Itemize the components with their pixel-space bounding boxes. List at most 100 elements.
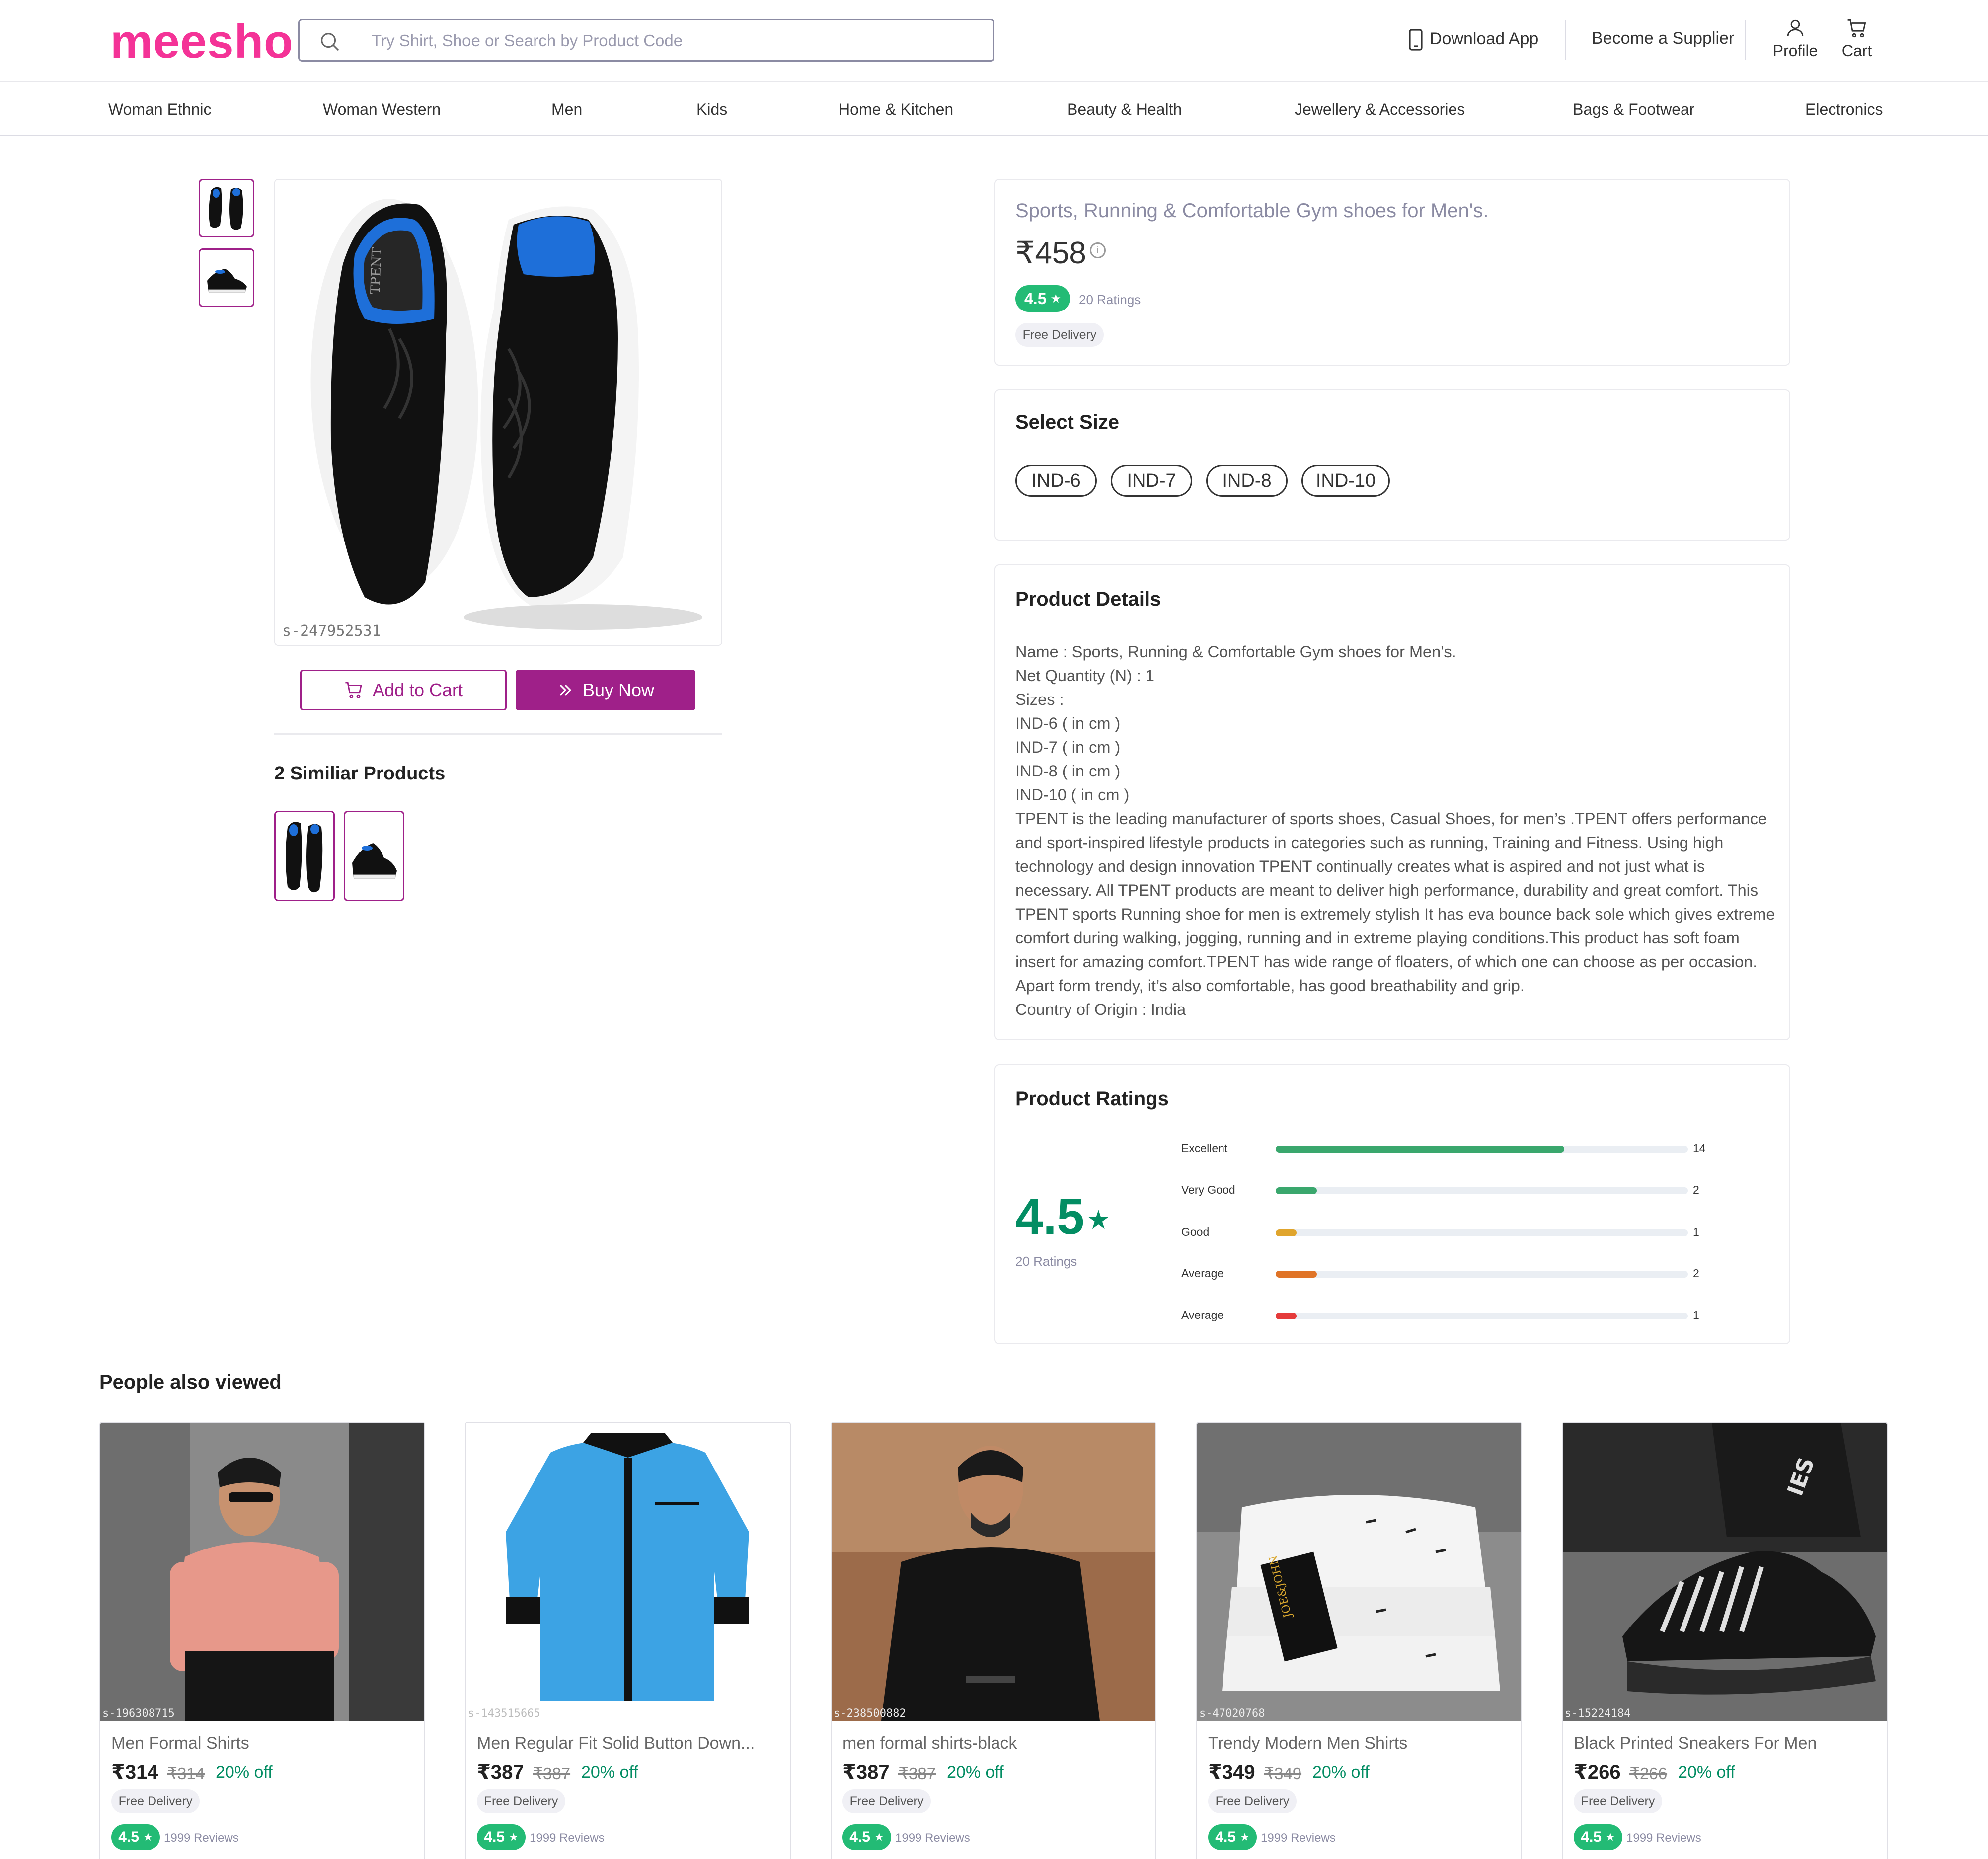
rating-value: 4.5: [1215, 1829, 1236, 1845]
search-bar[interactable]: [298, 19, 994, 62]
product-card[interactable]: s-196308715 Men Formal Shirts ₹314 ₹314 …: [99, 1422, 425, 1859]
rating-badge: 4.5 ★: [477, 1824, 526, 1850]
product-card-discount: 20% off: [581, 1763, 638, 1782]
product-details-body: Name : Sports, Running & Comfortable Gym…: [1015, 640, 1775, 1021]
category-jewellery-accessories[interactable]: Jewellery & Accessories: [1295, 100, 1465, 119]
free-delivery-badge: Free Delivery: [1208, 1789, 1297, 1813]
info-icon[interactable]: i: [1090, 242, 1106, 258]
rating-value: 4.5: [849, 1829, 870, 1845]
search-icon: [321, 33, 339, 51]
details-line-sizes: Sizes :: [1015, 691, 1064, 708]
product-thumbnail-2[interactable]: [199, 248, 254, 307]
rating-bar-track: [1276, 1146, 1688, 1153]
buy-now-button[interactable]: Buy Now: [516, 670, 695, 710]
rating-row-label: Average: [1181, 1267, 1224, 1280]
rating-value: 4.5: [118, 1829, 139, 1845]
profile-button[interactable]: Profile: [1771, 18, 1819, 60]
product-details-card: Product Details Name : Sports, Running &…: [994, 564, 1790, 1040]
add-to-cart-label: Add to Cart: [372, 680, 463, 700]
download-app-link[interactable]: Download App: [1409, 29, 1538, 51]
rating-badge: 4.5 ★: [111, 1824, 160, 1850]
product-thumbnail-1[interactable]: [199, 179, 254, 237]
category-beauty-health[interactable]: Beauty & Health: [1067, 100, 1182, 119]
rating-bar-fill: [1276, 1313, 1297, 1319]
product-card[interactable]: s-143515665 Men Regular Fit Solid Button…: [465, 1422, 791, 1859]
category-woman-western[interactable]: Woman Western: [323, 100, 441, 119]
rating-badge: 4.5 ★: [1015, 285, 1070, 312]
meesho-logo[interactable]: meesho: [110, 17, 294, 67]
rating-row-label: Very Good: [1181, 1183, 1235, 1196]
product-card[interactable]: s-238500882 men formal shirts-black ₹387…: [831, 1422, 1156, 1859]
free-delivery-badge: Free Delivery: [842, 1789, 931, 1813]
product-card[interactable]: IES s-15224184 Black Printed Sneakers Fo…: [1562, 1422, 1888, 1859]
download-app-label: Download App: [1430, 29, 1539, 48]
similar-product-2[interactable]: [344, 811, 404, 901]
free-delivery-badge: Free Delivery: [1574, 1789, 1662, 1813]
product-card-mrp: ₹387: [898, 1764, 936, 1782]
catalog-code: s-247952531: [282, 622, 381, 640]
product-card-reviews: 1999 Reviews: [895, 1831, 970, 1845]
search-input[interactable]: [372, 26, 978, 55]
product-card-price: ₹314: [111, 1761, 158, 1783]
star-icon: ★: [508, 1831, 519, 1843]
folded-white-shirts-image: JOE&JOHN: [1197, 1423, 1521, 1721]
star-icon: ★: [874, 1831, 884, 1843]
product-card-reviews: 1999 Reviews: [164, 1831, 239, 1845]
man-black-shirt-image: [832, 1423, 1155, 1721]
category-kids[interactable]: Kids: [696, 100, 727, 119]
product-card-price: ₹387: [842, 1761, 890, 1783]
size-option-ind-6[interactable]: IND-6: [1015, 465, 1097, 497]
cart-icon: [1847, 19, 1866, 38]
select-size-title: Select Size: [1015, 411, 1120, 433]
star-icon: ★: [1050, 292, 1061, 306]
product-card-image: JOE&JOHN s-47020768: [1197, 1423, 1521, 1721]
total-ratings-count: 20 Ratings: [1015, 1254, 1077, 1269]
product-summary-card: Sports, Running & Comfortable Gym shoes …: [994, 179, 1790, 366]
shoe-pair-image: [200, 180, 253, 236]
rating-row-label: Excellent: [1181, 1142, 1228, 1155]
category-men[interactable]: Men: [551, 100, 582, 119]
category-woman-ethnic[interactable]: Woman Ethnic: [108, 100, 212, 119]
product-main-image[interactable]: TPENT s-247952531: [274, 179, 722, 646]
product-card-mrp: ₹314: [167, 1764, 205, 1782]
size-option-ind-8[interactable]: IND-8: [1206, 465, 1288, 497]
star-icon: ★: [143, 1831, 153, 1843]
become-supplier-link[interactable]: Become a Supplier: [1592, 29, 1734, 48]
rating-bar-track: [1276, 1229, 1688, 1236]
product-card-image: IES s-15224184: [1563, 1423, 1887, 1721]
rating-value: 4.5: [484, 1829, 505, 1845]
size-option-ind-7[interactable]: IND-7: [1111, 465, 1192, 497]
buy-now-label: Buy Now: [582, 680, 655, 700]
average-rating: 4.5: [1015, 1189, 1085, 1244]
category-home-kitchen[interactable]: Home & Kitchen: [839, 100, 953, 119]
size-option-ind-10[interactable]: IND-10: [1301, 465, 1390, 497]
product-details-title: Product Details: [1015, 588, 1161, 610]
details-line-size-ind-7: IND-7 ( in cm ): [1015, 738, 1121, 756]
people-also-viewed-title: People also viewed: [99, 1371, 282, 1393]
product-card-image: s-143515665: [466, 1423, 790, 1721]
rating-value: 4.5: [1024, 289, 1047, 308]
rating-value: 4.5: [1581, 1829, 1602, 1845]
category-bags-footwear[interactable]: Bags & Footwear: [1573, 100, 1694, 119]
product-card-price: ₹349: [1208, 1761, 1255, 1783]
cart-label: Cart: [1841, 42, 1872, 60]
similar-product-1[interactable]: [274, 811, 335, 901]
rating-bar-track: [1276, 1271, 1688, 1278]
product-card-discount: 20% off: [1312, 1763, 1370, 1782]
product-card[interactable]: JOE&JOHN s-47020768 Trendy Modern Men Sh…: [1196, 1422, 1522, 1859]
product-card-name: Trendy Modern Men Shirts: [1208, 1734, 1408, 1753]
divider: [274, 733, 722, 735]
top-header: meesho Download App Become a Supplier Pr…: [0, 0, 1988, 82]
details-line-size-ind-8: IND-8 ( in cm ): [1015, 762, 1121, 780]
rating-bar-track: [1276, 1187, 1688, 1194]
cart-button[interactable]: Cart: [1837, 18, 1877, 60]
product-price: ₹458: [1015, 236, 1086, 270]
product-card-name: men formal shirts-black: [842, 1734, 1017, 1753]
add-to-cart-button[interactable]: Add to Cart: [300, 670, 507, 710]
product-card-discount: 20% off: [947, 1763, 1004, 1782]
product-card-image: s-196308715: [100, 1423, 424, 1721]
category-electronics[interactable]: Electronics: [1805, 100, 1883, 119]
blue-shirt-image: [466, 1423, 790, 1721]
product-card-mrp: ₹266: [1629, 1764, 1668, 1782]
product-card-name: Black Printed Sneakers For Men: [1574, 1734, 1817, 1753]
